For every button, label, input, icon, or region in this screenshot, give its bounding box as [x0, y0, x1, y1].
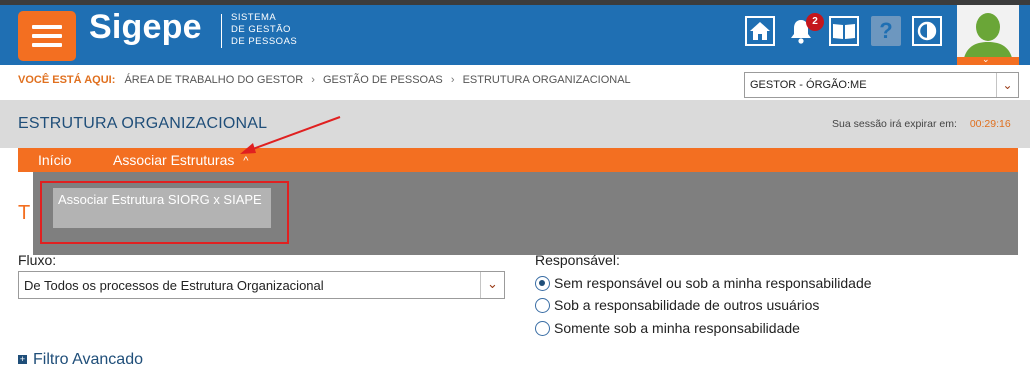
advanced-filter-label: Filtro Avancado	[33, 351, 143, 367]
notification-count-badge: 2	[806, 13, 824, 31]
expand-plus-icon: +	[18, 354, 27, 364]
radio-label: Sob a responsabilidade de outros usuário…	[554, 297, 820, 313]
menu-item-label: Associar Estruturas	[113, 152, 235, 168]
page-title: ESTRUTURA ORGANIZACIONAL	[18, 115, 268, 132]
profile-select-value: GESTOR - ÓRGÃO:ME	[750, 79, 867, 91]
contrast-icon	[917, 21, 937, 41]
brand-logo[interactable]: Sigepe	[89, 8, 202, 47]
session-label: Sua sessão irá expirar em:	[832, 118, 957, 130]
contrast-button[interactable]	[912, 16, 942, 46]
session-timer: Sua sessão irá expirar em: 00:29:16	[832, 118, 1011, 130]
fluxo-label: Fluxo:	[18, 252, 57, 268]
responsavel-label: Responsável:	[535, 252, 620, 268]
help-icon: ?	[879, 18, 893, 43]
highlight-annotation-box	[40, 181, 289, 244]
breadcrumb-item-current: ESTRUTURA ORGANIZACIONAL	[462, 74, 631, 86]
manual-button[interactable]	[829, 16, 859, 46]
breadcrumb-prefix: VOCÊ ESTÁ AQUI:	[18, 74, 116, 86]
fluxo-select-value: De Todos os processos de Estrutura Organ…	[24, 278, 324, 293]
menu-item-associar-estruturas[interactable]: Associar Estruturas ^	[113, 152, 248, 168]
section-title: T	[18, 202, 31, 224]
radio-button[interactable]	[535, 276, 550, 291]
chevron-down-icon: ⌄	[996, 73, 1018, 97]
breadcrumb-item[interactable]: ÁREA DE TRABALHO DO GESTOR	[124, 74, 303, 86]
breadcrumb-item[interactable]: GESTÃO DE PESSOAS	[323, 74, 443, 86]
brand-subtitle-line: DE GESTÃO	[231, 24, 291, 35]
book-icon	[833, 24, 855, 39]
brand-divider	[221, 14, 222, 48]
radio-button[interactable]	[535, 298, 550, 313]
menu-item-inicio[interactable]: Início	[38, 152, 71, 168]
advanced-filter-toggle[interactable]: + Filtro Avancado	[18, 351, 143, 367]
brand-subtitle-line: DE PESSOAS	[231, 36, 298, 47]
profile-select[interactable]: GESTOR - ÓRGÃO:ME ⌄	[744, 72, 1019, 98]
menu-icon[interactable]	[18, 11, 76, 61]
home-button[interactable]	[745, 16, 775, 46]
breadcrumb: VOCÊ ESTÁ AQUI: ÁREA DE TRABALHO DO GEST…	[18, 74, 631, 86]
session-time: 00:29:16	[969, 118, 1011, 130]
chevron-up-icon: ^	[243, 155, 249, 167]
brand-subtitle-line: SISTEMA	[231, 12, 277, 23]
radio-label: Somente sob a minha responsabilidade	[554, 320, 800, 336]
home-icon	[750, 22, 770, 40]
breadcrumb-separator: ›	[450, 74, 455, 86]
breadcrumb-separator: ›	[311, 74, 315, 86]
radio-button[interactable]	[535, 321, 550, 336]
brand-subtitle: SISTEMA DE GESTÃO DE PESSOAS	[231, 12, 297, 48]
radio-label: Sem responsável ou sob a minha responsab…	[554, 275, 872, 291]
fluxo-select[interactable]: De Todos os processos de Estrutura Organ…	[18, 271, 505, 299]
help-button[interactable]: ?	[871, 16, 901, 46]
chevron-down-icon: ⌄	[480, 272, 504, 298]
chevron-down-icon: ⌄	[982, 55, 990, 65]
